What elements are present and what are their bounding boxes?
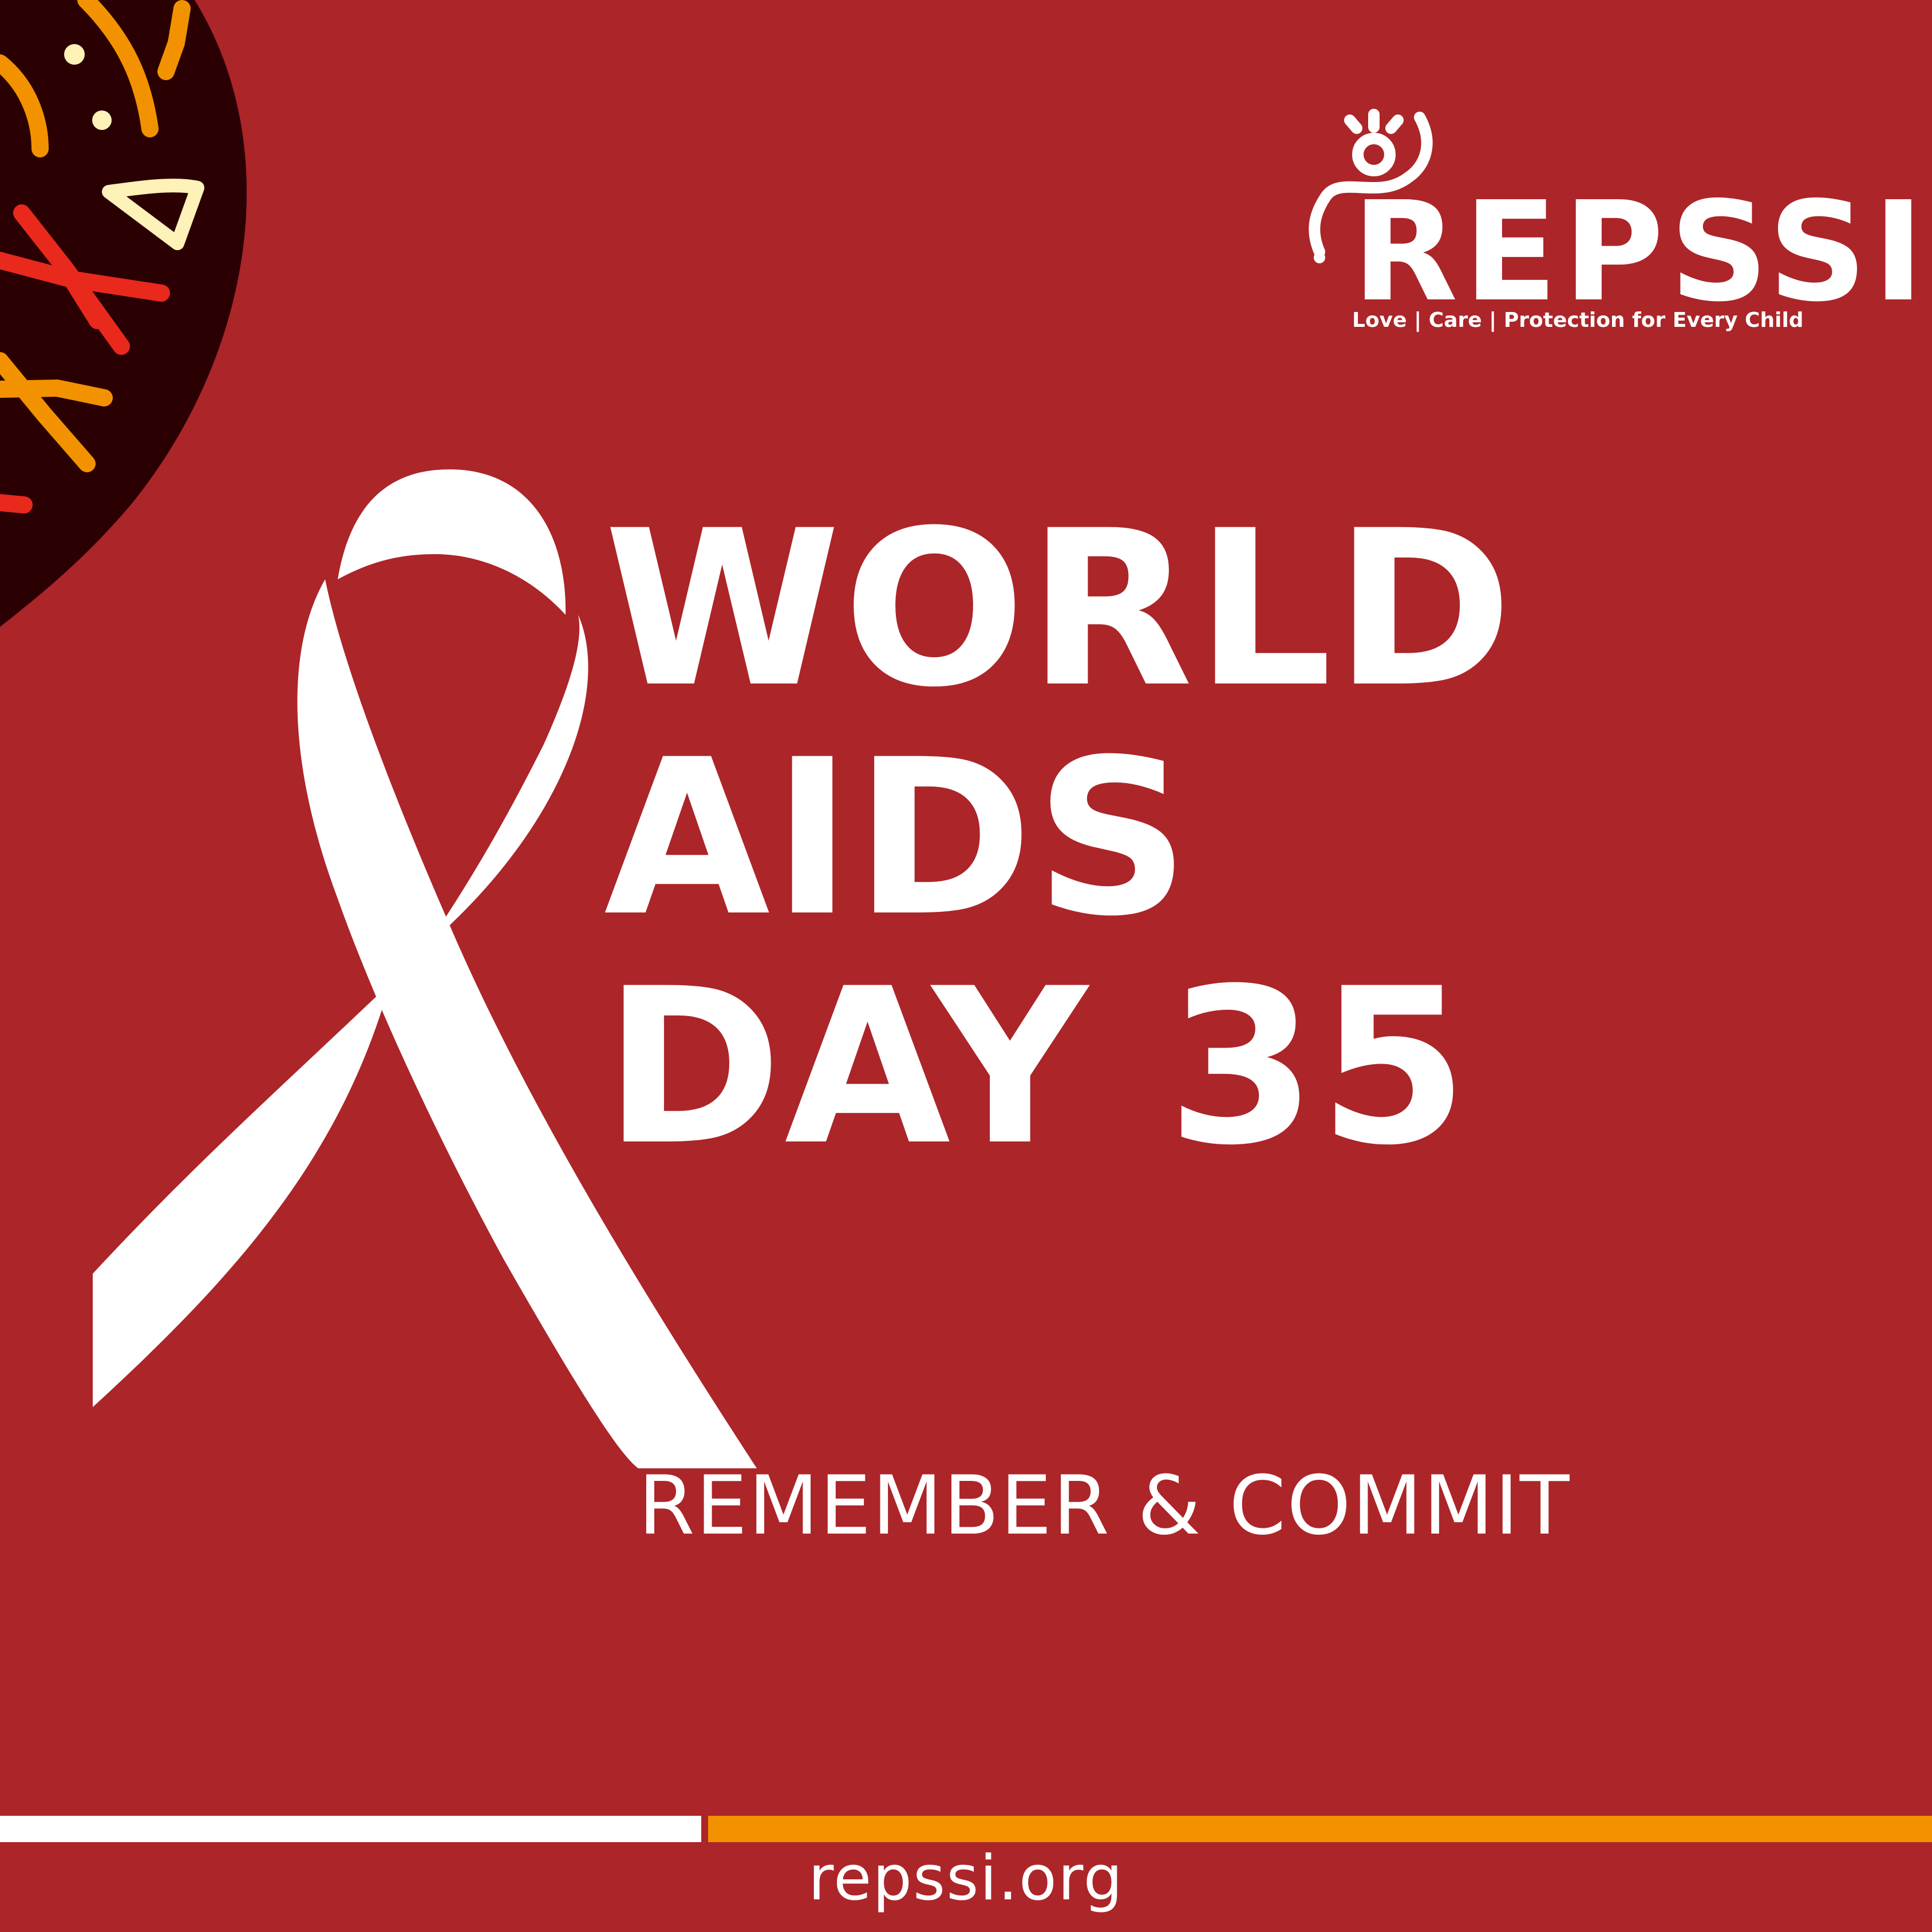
repssi-logo: REPSSI Love | Care | Protection for Ever… [1299, 103, 1924, 343]
headline-line-world: WORLD [604, 485, 1515, 734]
headline: WORLD AIDS DAY 35 [604, 495, 1515, 1182]
poster: REPSSI Love | Care | Protection for Ever… [0, 0, 1932, 1932]
footer-bar-white [0, 1816, 701, 1842]
subtitle: REMEMBER & COMMIT [638, 1459, 1571, 1553]
headline-line-day: DAY 35 [604, 943, 1471, 1192]
footer-url: repssi.org [808, 1843, 1124, 1914]
logo-wordmark: REPSSI [1352, 172, 1930, 332]
footer-bar-orange [708, 1816, 1932, 1842]
headline-line-aids: AIDS [604, 714, 1192, 963]
logo-tagline: Love | Care | Protection for Every Child [1352, 309, 1804, 332]
